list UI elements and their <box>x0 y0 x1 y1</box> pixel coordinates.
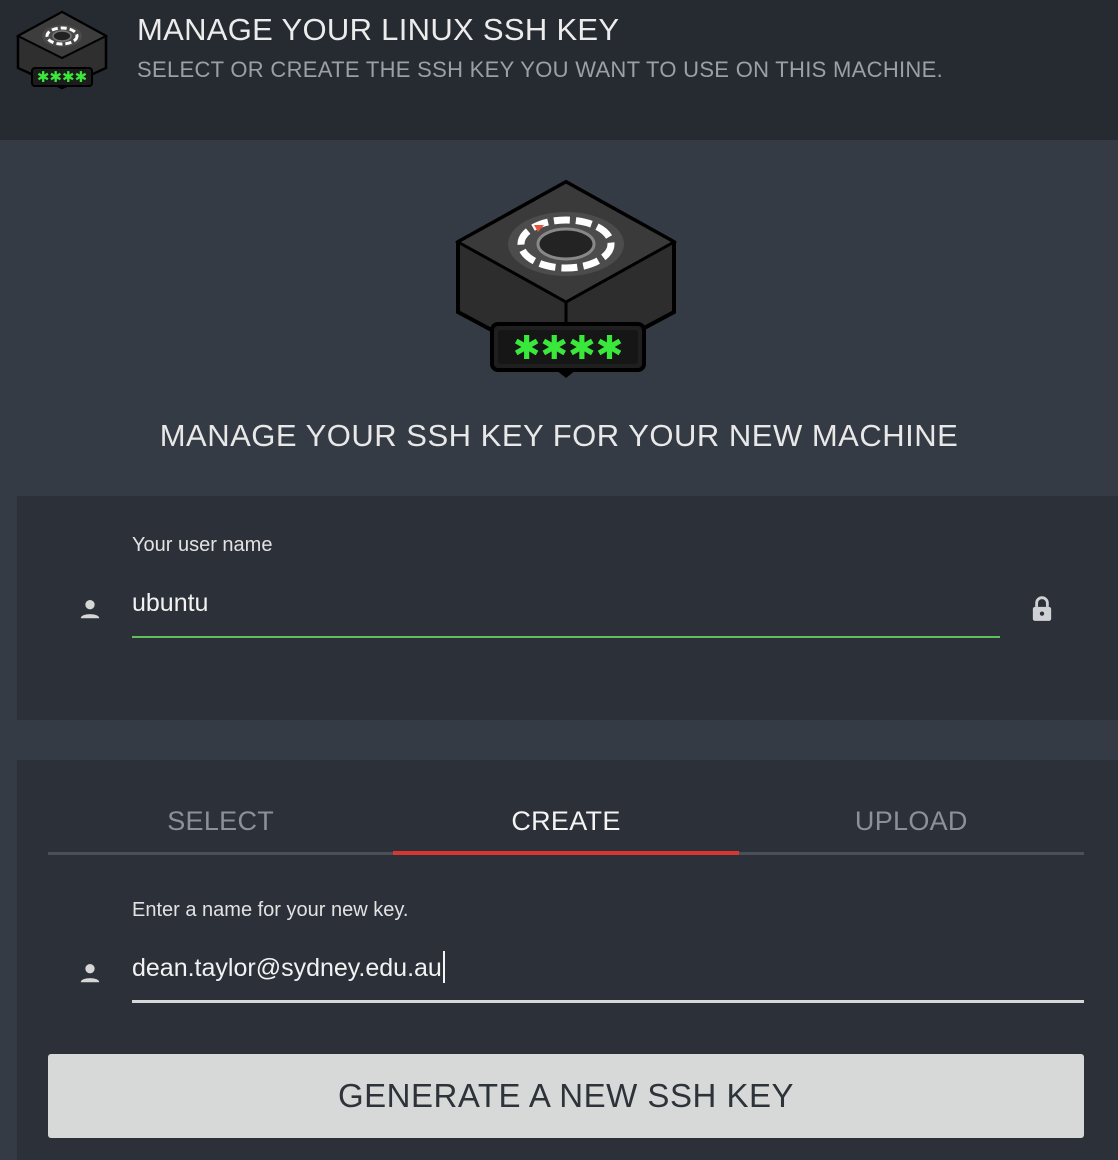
svg-text:✱✱✱✱: ✱✱✱✱ <box>37 68 87 86</box>
username-card: Your user name ubuntu <box>17 496 1118 720</box>
tab-select[interactable]: SELECT <box>48 800 393 852</box>
key-name-field[interactable]: dean.taylor@sydney.edu.au <box>132 951 445 984</box>
tab-create[interactable]: CREATE <box>393 800 739 855</box>
text-cursor <box>442 951 445 984</box>
tab-upload[interactable]: UPLOAD <box>739 800 1084 852</box>
key-tabs: SELECT CREATE UPLOAD <box>48 800 1084 855</box>
svg-text:✱✱✱✱: ✱✱✱✱ <box>513 328 624 367</box>
ssh-key-box-icon: ✱✱✱✱ <box>15 10 109 90</box>
username-field[interactable]: ubuntu <box>132 589 208 618</box>
page-header-title: MANAGE YOUR LINUX SSH KEY <box>137 12 620 47</box>
generate-key-button[interactable]: GENERATE A NEW SSH KEY <box>48 1054 1084 1138</box>
ssh-key-box-icon: ✱✱✱✱ <box>454 179 678 378</box>
person-icon <box>80 964 100 983</box>
page-header-subtitle: SELECT OR CREATE THE SSH KEY YOU WANT TO… <box>137 57 943 82</box>
key-name-label: Enter a name for your new key. <box>132 899 409 921</box>
app-header: ✱✱✱✱ MANAGE YOUR LINUX SSH KEY SELECT OR… <box>0 0 1118 140</box>
ssh-key-card: SELECT CREATE UPLOAD Enter a name for yo… <box>17 760 1118 1160</box>
section-title: MANAGE YOUR SSH KEY FOR YOUR NEW MACHINE <box>159 418 959 453</box>
key-name-underline <box>132 1000 1084 1003</box>
username-label: Your user name <box>132 534 273 556</box>
key-name-value: dean.taylor@sydney.edu.au <box>132 954 442 982</box>
lock-icon <box>1032 596 1052 621</box>
person-icon <box>80 600 100 619</box>
username-underline <box>132 636 1000 638</box>
